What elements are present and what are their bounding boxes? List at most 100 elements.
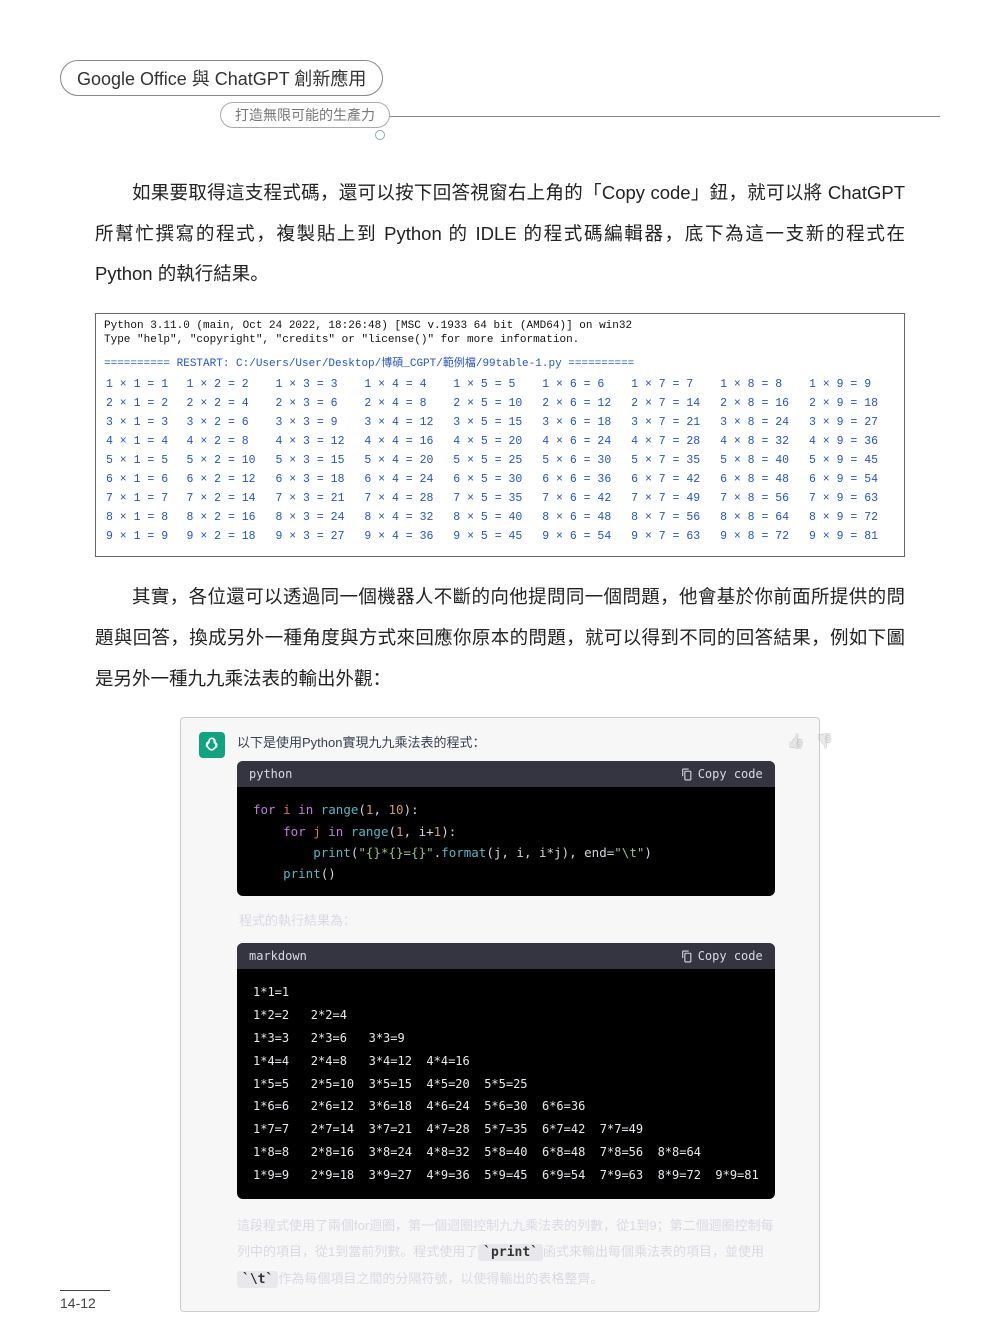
header-line (360, 116, 940, 117)
table-cell: 7 × 7 = 49 (629, 489, 718, 508)
table-cell: 7 × 4 = 28 (362, 489, 451, 508)
table-cell: 4 × 7 = 28 (629, 432, 718, 451)
table-cell: 4 × 6 = 24 (540, 432, 629, 451)
table-cell: 3 × 7 = 21 (629, 413, 718, 432)
idle-restart-line: ========== RESTART: C:/Users/User/Deskto… (104, 358, 896, 372)
idle-line1: Python 3.11.0 (main, Oct 24 2022, 18:26:… (104, 320, 896, 334)
table-cell: 5 × 4 = 20 (362, 451, 451, 470)
table-cell: 4 × 3 = 12 (273, 432, 362, 451)
table-cell: 7 × 9 = 63 (807, 489, 896, 508)
table-cell: 2 × 7 = 14 (629, 394, 718, 413)
explanation-text: 這段程式使用了兩個for迴圈，第一個迴圈控制九九乘法表的列數，從1到9；第二個迴… (237, 1213, 775, 1293)
table-cell: 6 × 4 = 24 (362, 470, 451, 489)
multiplication-table: 1 × 1 = 11 × 2 = 21 × 3 = 31 × 4 = 41 × … (104, 375, 896, 546)
table-cell: 3 × 2 = 6 (185, 413, 274, 432)
table-cell: 3 × 6 = 18 (540, 413, 629, 432)
table-cell: 2 × 6 = 12 (540, 394, 629, 413)
table-cell: 8 × 8 = 64 (718, 508, 807, 527)
table-cell: 8 × 2 = 16 (185, 508, 274, 527)
table-cell: 9 × 5 = 45 (451, 527, 540, 546)
table-cell: 5 × 7 = 35 (629, 451, 718, 470)
table-cell: 6 × 3 = 18 (273, 470, 362, 489)
code-lang-label: python (249, 767, 292, 781)
copy-code-button[interactable]: Copy code (680, 767, 763, 781)
table-cell: 3 × 1 = 3 (104, 413, 185, 432)
table-cell: 2 × 8 = 16 (718, 394, 807, 413)
table-cell: 9 × 6 = 54 (540, 527, 629, 546)
table-cell: 9 × 4 = 36 (362, 527, 451, 546)
table-cell: 3 × 5 = 15 (451, 413, 540, 432)
table-cell: 8 × 3 = 24 (273, 508, 362, 527)
table-cell: 1 × 2 = 2 (185, 375, 274, 394)
paragraph-1: 如果要取得這支程式碼，還可以按下回答視窗右上角的「Copy code」鈕，就可以… (95, 173, 905, 295)
table-cell: 4 × 5 = 20 (451, 432, 540, 451)
copy-code-label-2: Copy code (698, 949, 763, 963)
table-cell: 2 × 4 = 8 (362, 394, 451, 413)
table-cell: 4 × 8 = 32 (718, 432, 807, 451)
table-cell: 2 × 5 = 10 (451, 394, 540, 413)
chatgpt-avatar-icon (199, 732, 225, 758)
table-cell: 7 × 3 = 21 (273, 489, 362, 508)
table-cell: 9 × 8 = 72 (718, 527, 807, 546)
table-cell: 2 × 2 = 4 (185, 394, 274, 413)
table-cell: 3 × 9 = 27 (807, 413, 896, 432)
table-cell: 9 × 3 = 27 (273, 527, 362, 546)
header-title: Google Office 與 ChatGPT 創新應用 (60, 60, 383, 96)
table-cell: 3 × 3 = 9 (273, 413, 362, 432)
table-cell: 2 × 9 = 18 (807, 394, 896, 413)
table-cell: 9 × 7 = 63 (629, 527, 718, 546)
table-cell: 6 × 1 = 6 (104, 470, 185, 489)
table-cell: 1 × 5 = 5 (451, 375, 540, 394)
table-cell: 7 × 1 = 7 (104, 489, 185, 508)
table-cell: 1 × 1 = 1 (104, 375, 185, 394)
table-cell: 1 × 6 = 6 (540, 375, 629, 394)
thumbs-down-icon[interactable]: 👎 (815, 732, 834, 1292)
table-cell: 1 × 8 = 8 (718, 375, 807, 394)
table-cell: 9 × 9 = 81 (807, 527, 896, 546)
table-cell: 5 × 2 = 10 (185, 451, 274, 470)
table-cell: 5 × 8 = 40 (718, 451, 807, 470)
table-cell: 6 × 9 = 54 (807, 470, 896, 489)
table-cell: 6 × 2 = 12 (185, 470, 274, 489)
table-cell: 6 × 8 = 48 (718, 470, 807, 489)
table-cell: 5 × 3 = 15 (273, 451, 362, 470)
table-cell: 1 × 7 = 7 (629, 375, 718, 394)
chat-card: 以下是使用Python實現九九乘法表的程式： python Copy code … (180, 717, 820, 1311)
table-cell: 5 × 1 = 5 (104, 451, 185, 470)
header-subtitle: 打造無限可能的生產力 (220, 102, 390, 128)
table-cell: 2 × 3 = 6 (273, 394, 362, 413)
code-block-markdown: markdown Copy code 1*1=1 1*2=2 2*2=4 1*3… (237, 943, 775, 1198)
clipboard-icon (680, 768, 693, 781)
table-cell: 5 × 5 = 25 (451, 451, 540, 470)
md-lang-label: markdown (249, 949, 307, 963)
header-dot-icon (375, 130, 385, 140)
table-cell: 7 × 8 = 56 (718, 489, 807, 508)
paragraph-2: 其實，各位還可以透過同一個機器人不斷的向他提問同一個問題，他會基於你前面所提供的… (95, 577, 905, 699)
table-cell: 7 × 2 = 14 (185, 489, 274, 508)
clipboard-icon (680, 950, 693, 963)
copy-code-label: Copy code (698, 767, 763, 781)
thumbs-up-icon[interactable]: 👍 (787, 732, 806, 1292)
copy-code-button-2[interactable]: Copy code (680, 949, 763, 963)
table-cell: 6 × 7 = 42 (629, 470, 718, 489)
table-cell: 8 × 6 = 48 (540, 508, 629, 527)
table-cell: 9 × 2 = 18 (185, 527, 274, 546)
table-cell: 4 × 4 = 16 (362, 432, 451, 451)
table-cell: 2 × 1 = 2 (104, 394, 185, 413)
table-cell: 3 × 8 = 24 (718, 413, 807, 432)
table-cell: 8 × 4 = 32 (362, 508, 451, 527)
table-cell: 8 × 9 = 72 (807, 508, 896, 527)
code-block-python: python Copy code for i in range(1, 10): … (237, 761, 775, 896)
table-cell: 7 × 6 = 42 (540, 489, 629, 508)
idle-output-box: Python 3.11.0 (main, Oct 24 2022, 18:26:… (95, 313, 905, 557)
table-cell: 8 × 1 = 8 (104, 508, 185, 527)
idle-line2: Type "help", "copyright", "credits" or "… (104, 334, 896, 348)
table-cell: 4 × 2 = 8 (185, 432, 274, 451)
python-code: for i in range(1, 10): for j in range(1,… (237, 787, 775, 896)
table-cell: 1 × 9 = 9 (807, 375, 896, 394)
table-cell: 4 × 1 = 4 (104, 432, 185, 451)
table-cell: 5 × 6 = 30 (540, 451, 629, 470)
table-cell: 8 × 7 = 56 (629, 508, 718, 527)
table-cell: 8 × 5 = 40 (451, 508, 540, 527)
exec-result-label: 程式的執行結果為： (239, 910, 773, 929)
